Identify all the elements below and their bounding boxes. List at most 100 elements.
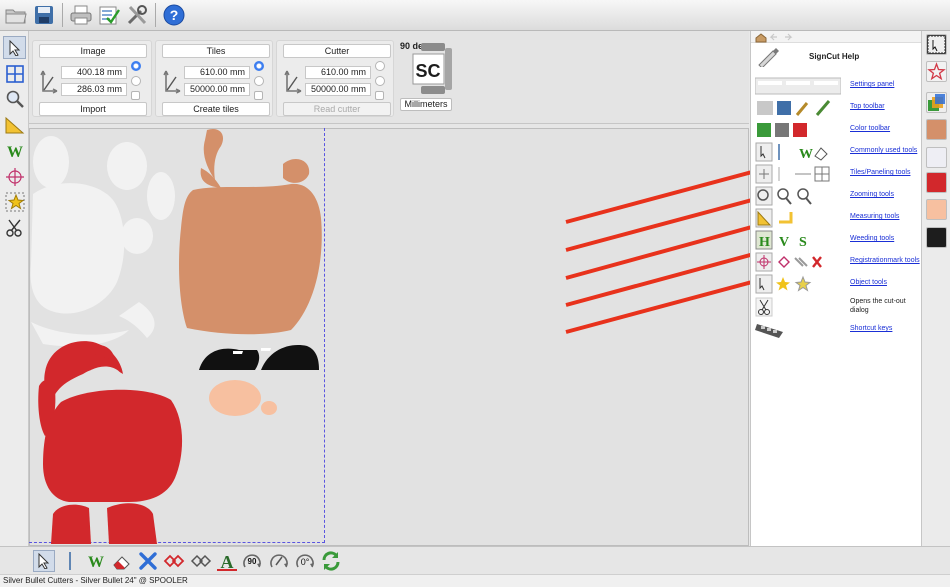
peach-layer-shapes[interactable] (209, 380, 277, 416)
weeding-tool[interactable]: W (3, 139, 26, 162)
cutter-width-radio[interactable] (375, 61, 385, 71)
tiles-tools-link[interactable]: Tiles/Paneling tools (850, 169, 910, 176)
checklist-button[interactable] (96, 2, 122, 28)
image-height-radio[interactable] (131, 76, 141, 86)
image-height-field[interactable]: 286.03 mm (61, 83, 127, 96)
registration-mark-button[interactable] (163, 550, 185, 572)
delete-button[interactable] (137, 550, 159, 572)
cutter-height-radio[interactable] (375, 76, 385, 86)
magnifier-icon (6, 90, 24, 108)
object-tools-link[interactable]: Object tools (850, 279, 887, 286)
svg-text:S: S (799, 235, 807, 250)
registration-tools-link[interactable]: Registrationmark tools (850, 257, 920, 264)
cut-out-tool[interactable] (3, 216, 26, 239)
white-shape[interactable] (147, 172, 175, 220)
print-button[interactable] (68, 2, 94, 28)
cutter-width-field[interactable]: 610.00 mm (305, 66, 371, 79)
color-toolbar-link[interactable]: Color toolbar (850, 125, 890, 132)
color-swatch-red[interactable] (926, 172, 947, 193)
create-tiles-button[interactable]: Create tiles (162, 102, 270, 116)
peach-shape[interactable] (209, 380, 261, 416)
zoom-tool[interactable] (3, 87, 26, 110)
image-lock-ratio-checkbox[interactable] (131, 91, 140, 100)
home-icon[interactable] (755, 33, 767, 43)
preferences-button[interactable] (124, 2, 150, 28)
measuring-tools-link[interactable]: Measuring tools (850, 213, 899, 220)
white-layer-shapes[interactable] (30, 136, 175, 347)
ruler-triangle-icon (5, 116, 24, 133)
black-layer-shapes[interactable] (199, 345, 319, 370)
rotate-90-button[interactable]: 90 (241, 550, 263, 572)
select-tool[interactable] (3, 36, 26, 59)
white-shape[interactable] (121, 218, 153, 254)
weeding-tools-link[interactable]: Weeding tools (850, 235, 894, 242)
star-color-button[interactable] (926, 61, 947, 82)
text-tool-button[interactable]: A (216, 550, 238, 572)
select-tool-bottom[interactable] (33, 550, 55, 572)
common-tools-link[interactable]: Commonly used tools (850, 147, 917, 154)
tiles-tool[interactable] (3, 62, 26, 85)
color-swatch-white[interactable] (926, 147, 947, 168)
registration-mark-tool[interactable] (3, 165, 26, 188)
help-row-cutout: Opens the cut-out dialog (755, 297, 920, 317)
white-shape[interactable] (33, 136, 69, 188)
weed-button[interactable]: W (85, 550, 107, 572)
black-shape[interactable] (199, 348, 260, 370)
settings-panel: Image 400.18 mm 286.03 mm Import Tiles 6… (29, 31, 749, 124)
tiles-height-radio[interactable] (254, 76, 264, 86)
outline-marks-button[interactable] (190, 550, 212, 572)
refresh-button[interactable] (320, 550, 342, 572)
tan-shape[interactable] (283, 159, 310, 183)
import-button[interactable]: Import (39, 102, 147, 116)
tan-shape[interactable] (179, 183, 322, 335)
cutout-description: Opens the cut-out dialog (850, 298, 906, 314)
help-icon: ? (163, 4, 185, 26)
signcut-rotate-button[interactable]: SC (412, 42, 452, 96)
eraser-button[interactable] (110, 550, 132, 572)
top-toolbar-link[interactable]: Top toolbar (850, 103, 885, 110)
tiles-lock-checkbox[interactable] (254, 91, 263, 100)
svg-text:H: H (759, 235, 770, 250)
red-shape[interactable] (51, 504, 91, 544)
open-file-button[interactable] (3, 2, 29, 28)
white-shape (233, 351, 243, 354)
rotate-free-button[interactable] (268, 550, 290, 572)
select-all-colors-button[interactable] (926, 34, 947, 55)
red-shape[interactable] (43, 389, 183, 502)
units-button[interactable]: Millimeters (400, 98, 452, 111)
settings-panel-link[interactable]: Settings panel (850, 81, 894, 88)
white-shape[interactable] (107, 142, 147, 190)
peach-shape[interactable] (261, 401, 277, 415)
read-cutter-button[interactable]: Read cutter (283, 102, 391, 116)
cutter-height-field[interactable]: 50000.00 mm (305, 83, 371, 96)
crosshair-icon (5, 167, 24, 186)
object-tool[interactable] (3, 190, 26, 213)
design-canvas[interactable] (29, 124, 749, 546)
shortcut-keys-link[interactable]: Shortcut keys (850, 325, 892, 332)
tan-layer-shapes[interactable] (179, 128, 322, 335)
zoom-tools-link[interactable]: Zooming tools (850, 191, 894, 198)
white-shape[interactable] (30, 183, 125, 314)
save-button[interactable] (31, 2, 57, 28)
forward-icon[interactable] (785, 33, 793, 41)
image-width-radio[interactable] (131, 61, 141, 71)
color-swatch-black[interactable] (926, 227, 947, 248)
help-button[interactable]: ? (161, 2, 187, 28)
measure-tool[interactable] (3, 113, 26, 136)
red-shape[interactable] (107, 503, 157, 544)
color-swatch-tan[interactable] (926, 119, 947, 140)
image-group-title: Image (39, 44, 147, 58)
color-swatch-peach[interactable] (926, 199, 947, 220)
tiles-width-field[interactable]: 610.00 mm (184, 66, 250, 79)
rotate-90-label: 90 (248, 557, 257, 566)
rotate-zero-button[interactable]: 0° (294, 550, 316, 572)
node-edit-tool[interactable] (59, 550, 81, 572)
tiles-height-field[interactable]: 50000.00 mm (184, 83, 250, 96)
back-icon[interactable] (769, 33, 777, 41)
common-tools-thumb: W (755, 142, 828, 162)
color-order-button[interactable] (926, 92, 947, 113)
cutter-lock-checkbox[interactable] (375, 91, 384, 100)
image-width-field[interactable]: 400.18 mm (61, 66, 127, 79)
tiles-width-radio[interactable] (254, 61, 264, 71)
cutter-settings-group: Cutter 610.00 mm 50000.00 mm Read cutter (276, 40, 394, 117)
